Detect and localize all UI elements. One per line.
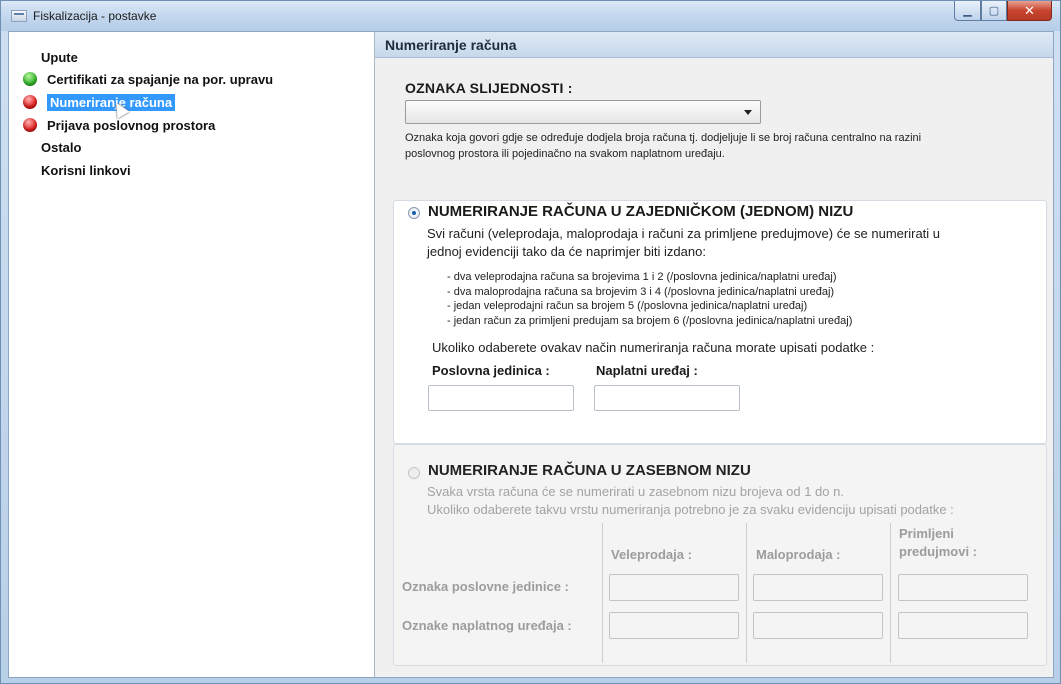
business-unit-input[interactable] — [428, 385, 574, 411]
column-divider — [746, 523, 747, 663]
maximize-icon: ▢ — [988, 5, 1000, 17]
app-icon — [11, 10, 27, 22]
retail-column-header: Maloprodaja : — [756, 547, 841, 562]
settings-window: Fiskalizacija - postavke ▁ ▢ ✕ Upute Cer… — [0, 0, 1061, 684]
window-title: Fiskalizacija - postavke — [33, 9, 157, 23]
retail-device-input[interactable] — [753, 612, 883, 639]
tree-item-prijava[interactable]: Prijava poslovnog prostora — [23, 116, 215, 134]
example-bullet: - dva veleprodajna računa sa brojevima 1… — [447, 271, 837, 283]
close-icon: ✕ — [1024, 2, 1035, 18]
tree-item-korisni-linkovi[interactable]: Korisni linkovi — [41, 161, 131, 179]
wholesale-column-header: Veleprodaja : — [611, 547, 692, 562]
minimize-button[interactable]: ▁ — [954, 1, 981, 21]
wholesale-device-input[interactable] — [609, 612, 739, 639]
single-sequence-group: NUMERIRANJE RAČUNA U ZAJEDNIČKOM (JEDNOM… — [393, 200, 1047, 444]
chevron-down-icon — [744, 110, 752, 115]
status-red-icon — [23, 95, 37, 109]
title-bar[interactable]: Fiskalizacija - postavke ▁ ▢ ✕ — [1, 1, 1060, 31]
tree-item-label: Ostalo — [41, 139, 82, 155]
status-green-icon — [23, 72, 37, 86]
single-sequence-text: Svi računi (veleprodaja, maloprodaja i r… — [427, 225, 940, 261]
sequence-description: Oznaka koja govori gdje se određuje dodj… — [405, 130, 1045, 162]
description-line: poslovnog prostora ili pojedinačno na sv… — [405, 148, 725, 160]
minimize-icon: ▁ — [963, 5, 972, 17]
header-line: Primljeni — [899, 526, 954, 541]
column-divider — [890, 523, 891, 663]
single-sequence-title[interactable]: NUMERIRANJE RAČUNA U ZAJEDNIČKOM (JEDNOM… — [428, 203, 853, 220]
advance-column-header: Primljeni predujmovi : — [899, 525, 977, 561]
separate-sequence-group: NUMERIRANJE RAČUNA U ZASEBNOM NIZU Svaka… — [393, 444, 1047, 666]
tree-item-label: Upute — [41, 49, 78, 65]
single-sequence-radio[interactable] — [408, 207, 420, 219]
settings-tree: Upute Certifikati za spajanje na por. up… — [9, 32, 375, 677]
device-label: Naplatni uređaj : — [596, 363, 698, 378]
example-bullet: - jedan veleprodajni račun sa brojem 5 (… — [447, 300, 808, 312]
text-line: Svi računi (veleprodaja, maloprodaja i r… — [427, 226, 941, 241]
column-divider — [602, 523, 603, 663]
separate-sequence-radio[interactable] — [408, 467, 420, 479]
settings-panel: Numeriranje računa OZNAKA SLIJEDNOSTI : … — [375, 32, 1053, 677]
retail-unit-input[interactable] — [753, 574, 883, 601]
sequence-dropdown[interactable] — [405, 100, 761, 124]
status-red-icon — [23, 118, 37, 132]
separate-sequence-title[interactable]: NUMERIRANJE RAČUNA U ZASEBNOM NIZU — [428, 462, 751, 479]
text-line: Svaka vrsta računa će se numerirati u za… — [427, 484, 844, 499]
tree-item-ostalo[interactable]: Ostalo — [41, 138, 81, 156]
tree-item-numeriranje[interactable]: Numeriranje računa — [23, 93, 176, 111]
tree-item-certifikati[interactable]: Certifikati za spajanje na por. upravu — [23, 70, 273, 88]
wholesale-unit-input[interactable] — [609, 574, 739, 601]
tree-item-label: Prijava poslovnog prostora — [47, 117, 216, 133]
sequence-label: OZNAKA SLIJEDNOSTI : — [405, 80, 573, 96]
advance-unit-input[interactable] — [898, 574, 1028, 601]
client-area: Upute Certifikati za spajanje na por. up… — [8, 31, 1054, 678]
header-line: predujmovi : — [899, 544, 978, 559]
example-bullet: - dva maloprodajna računa sa brojevim 3 … — [447, 286, 835, 298]
single-sequence-instruction: Ukoliko odaberete ovakav način numeriran… — [432, 340, 875, 355]
text-line: jednoj evidenciji tako da će naprimjer b… — [427, 244, 706, 259]
description-line: Oznaka koja govori gdje se određuje dodj… — [405, 132, 922, 144]
advance-device-input[interactable] — [898, 612, 1028, 639]
close-button[interactable]: ✕ — [1007, 1, 1052, 21]
text-line: Ukoliko odaberete takvu vrstu numeriranj… — [427, 502, 954, 517]
tree-item-label: Certifikati za spajanje na por. upravu — [47, 71, 274, 87]
separate-sequence-text: Svaka vrsta računa će se numerirati u za… — [427, 483, 954, 519]
panel-title: Numeriranje računa — [375, 32, 1053, 58]
business-unit-label: Poslovna jedinica : — [432, 363, 550, 378]
device-input[interactable] — [594, 385, 740, 411]
caption-buttons: ▁ ▢ ✕ — [954, 1, 1052, 23]
unit-row-label: Oznaka poslovne jedinice : — [402, 579, 569, 594]
device-row-label: Oznake naplatnog uređaja : — [402, 618, 572, 633]
tree-item-label: Korisni linkovi — [41, 162, 131, 178]
maximize-button[interactable]: ▢ — [981, 1, 1007, 21]
example-bullet: - jedan račun za primljeni predujam sa b… — [447, 315, 853, 327]
tree-item-upute[interactable]: Upute — [41, 48, 78, 66]
